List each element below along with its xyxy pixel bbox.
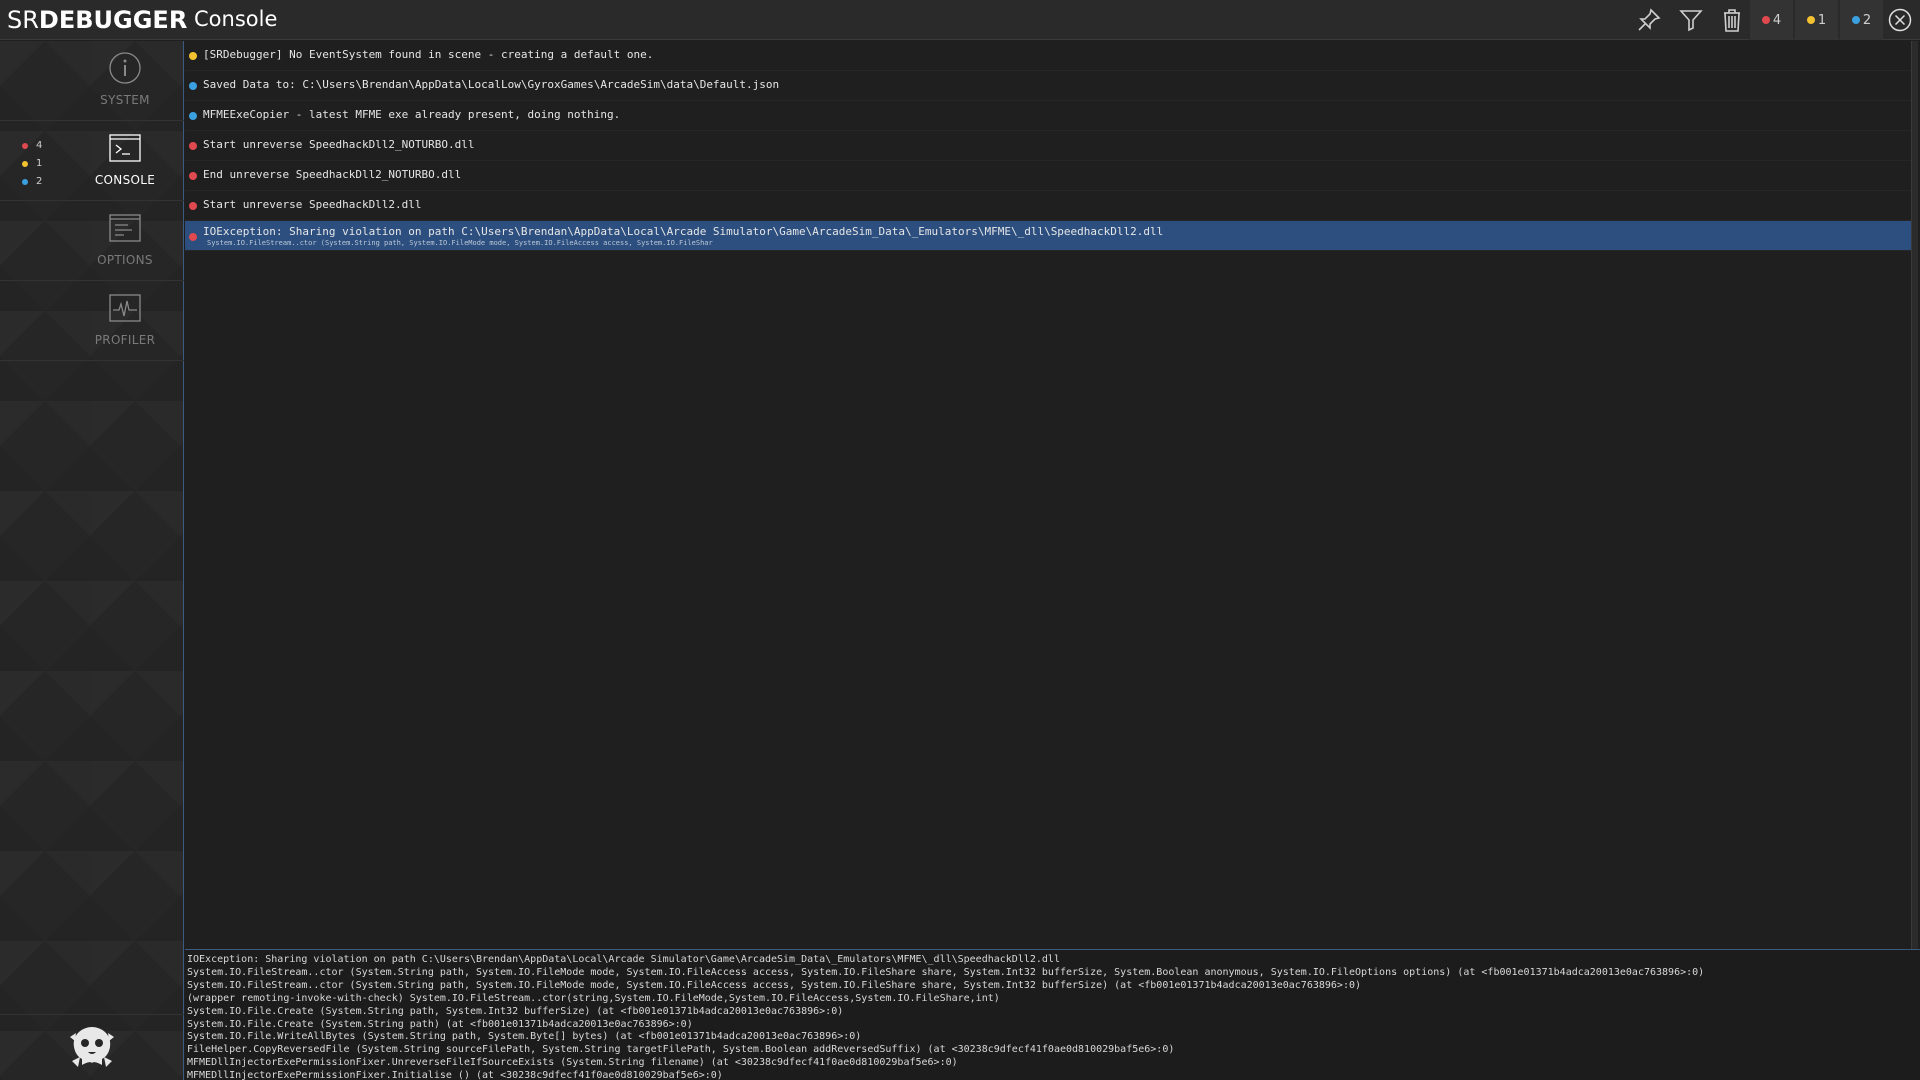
header-bar: SRDEBUGGER Console 4 1 2 [0,0,1920,40]
error-dot-icon [189,142,197,150]
logo-part1: SR [7,6,39,34]
info-count: 2 [1862,12,1872,28]
log-message: Start unreverse SpeedhackDll2.dll [203,198,422,211]
info-icon [109,52,141,84]
log-message: [SRDebugger] No EventSystem found in sce… [203,48,654,61]
log-entry-selected[interactable]: IOException: Sharing violation on path C… [185,221,1911,251]
console-log-list[interactable]: [SRDebugger] No EventSystem found in sce… [185,41,1911,949]
sidebar-item-profiler[interactable]: PROFILER [0,281,184,361]
warning-count-toggle[interactable]: 1 [1794,0,1838,40]
app-logo: SRDEBUGGER [7,6,187,34]
error-dot-icon [1761,16,1770,24]
options-icon [109,214,141,242]
stack-trace-line: System.IO.FileStream..ctor (System.Strin… [187,979,1361,991]
info-count-toggle[interactable]: 2 [1839,0,1883,40]
info-dot-icon [1851,16,1860,24]
pin-icon[interactable] [1633,4,1665,36]
console-scrollbar[interactable] [1911,41,1918,949]
stack-trace-line: IOException: Sharing violation on path C… [187,954,1060,965]
stack-trace-line: System.IO.File.Create (System.String pat… [187,1005,844,1017]
log-stack-preview: System.IO.FileStream..ctor (System.Strin… [207,239,713,247]
warning-dot-icon [22,161,28,167]
log-entry[interactable]: Start unreverse SpeedhackDll2_NOTURBO.dl… [185,131,1911,161]
error-dot-icon [189,233,197,241]
log-message: MFMEExeCopier - latest MFME exe already … [203,108,621,121]
sidebar-item-system[interactable]: SYSTEM [0,41,184,121]
terminal-icon [109,134,141,162]
info-dot-icon [189,112,197,120]
filter-icon[interactable] [1675,4,1707,36]
log-message: End unreverse SpeedhackDll2_NOTURBO.dll [203,168,462,181]
sidebar-footer [0,1014,184,1080]
log-entry[interactable]: [SRDebugger] No EventSystem found in sce… [185,41,1911,71]
log-entry[interactable]: Start unreverse SpeedhackDll2.dll [185,191,1911,221]
sidebar-warning-count: 1 [36,158,43,169]
stack-trace-line: System.IO.File.WriteAllBytes (System.Str… [187,1031,862,1043]
srdebugger-mascot-icon [70,1027,114,1067]
error-dot-icon [189,172,197,180]
log-entry[interactable]: End unreverse SpeedhackDll2_NOTURBO.dll [185,161,1911,191]
stack-trace-line: System.IO.FileStream..ctor (System.Strin… [187,966,1705,978]
stack-trace-line: System.IO.File.Create (System.String pat… [187,1018,693,1030]
trash-icon[interactable] [1716,4,1748,36]
sidebar: SYSTEM 4 1 2 CONSOLE OPTIONS PROFILER [0,41,184,1080]
log-message: IOException: Sharing violation on path C… [203,225,1164,238]
logo-part2: DEBUGGER [38,6,188,34]
profiler-icon [109,294,141,322]
stack-trace-line: (wrapper remoting-invoke-with-check) Sys… [187,992,1000,1004]
stack-trace-line: MFMEDllInjectorExePermissionFixer.Initia… [187,1070,723,1080]
page-title: Console [194,7,278,31]
log-entry[interactable]: Saved Data to: C:\Users\Brendan\AppData\… [185,71,1911,101]
info-dot-icon [189,82,197,90]
stack-trace-line: MFMEDllInjectorExePermissionFixer.Unreve… [187,1057,958,1069]
stack-trace-pane[interactable]: IOException: Sharing violation on path C… [185,949,1920,1080]
error-count-toggle[interactable]: 4 [1749,0,1793,40]
stack-trace-line: FileHelper.CopyReversedFile (System.Stri… [187,1044,1175,1056]
sidebar-item-console[interactable]: 4 1 2 CONSOLE [0,121,184,201]
sidebar-item-options[interactable]: OPTIONS [0,201,184,281]
warning-dot-icon [189,52,197,60]
sidebar-error-count: 4 [36,140,43,151]
log-entry[interactable]: MFMEExeCopier - latest MFME exe already … [185,101,1911,131]
log-message: Saved Data to: C:\Users\Brendan\AppData\… [203,78,780,91]
close-icon[interactable] [1884,4,1916,36]
error-count: 4 [1772,12,1782,28]
warning-count: 1 [1817,12,1827,28]
warning-dot-icon [1806,16,1815,24]
error-dot-icon [22,143,28,149]
log-message: Start unreverse SpeedhackDll2_NOTURBO.dl… [203,138,475,151]
error-dot-icon [189,202,197,210]
